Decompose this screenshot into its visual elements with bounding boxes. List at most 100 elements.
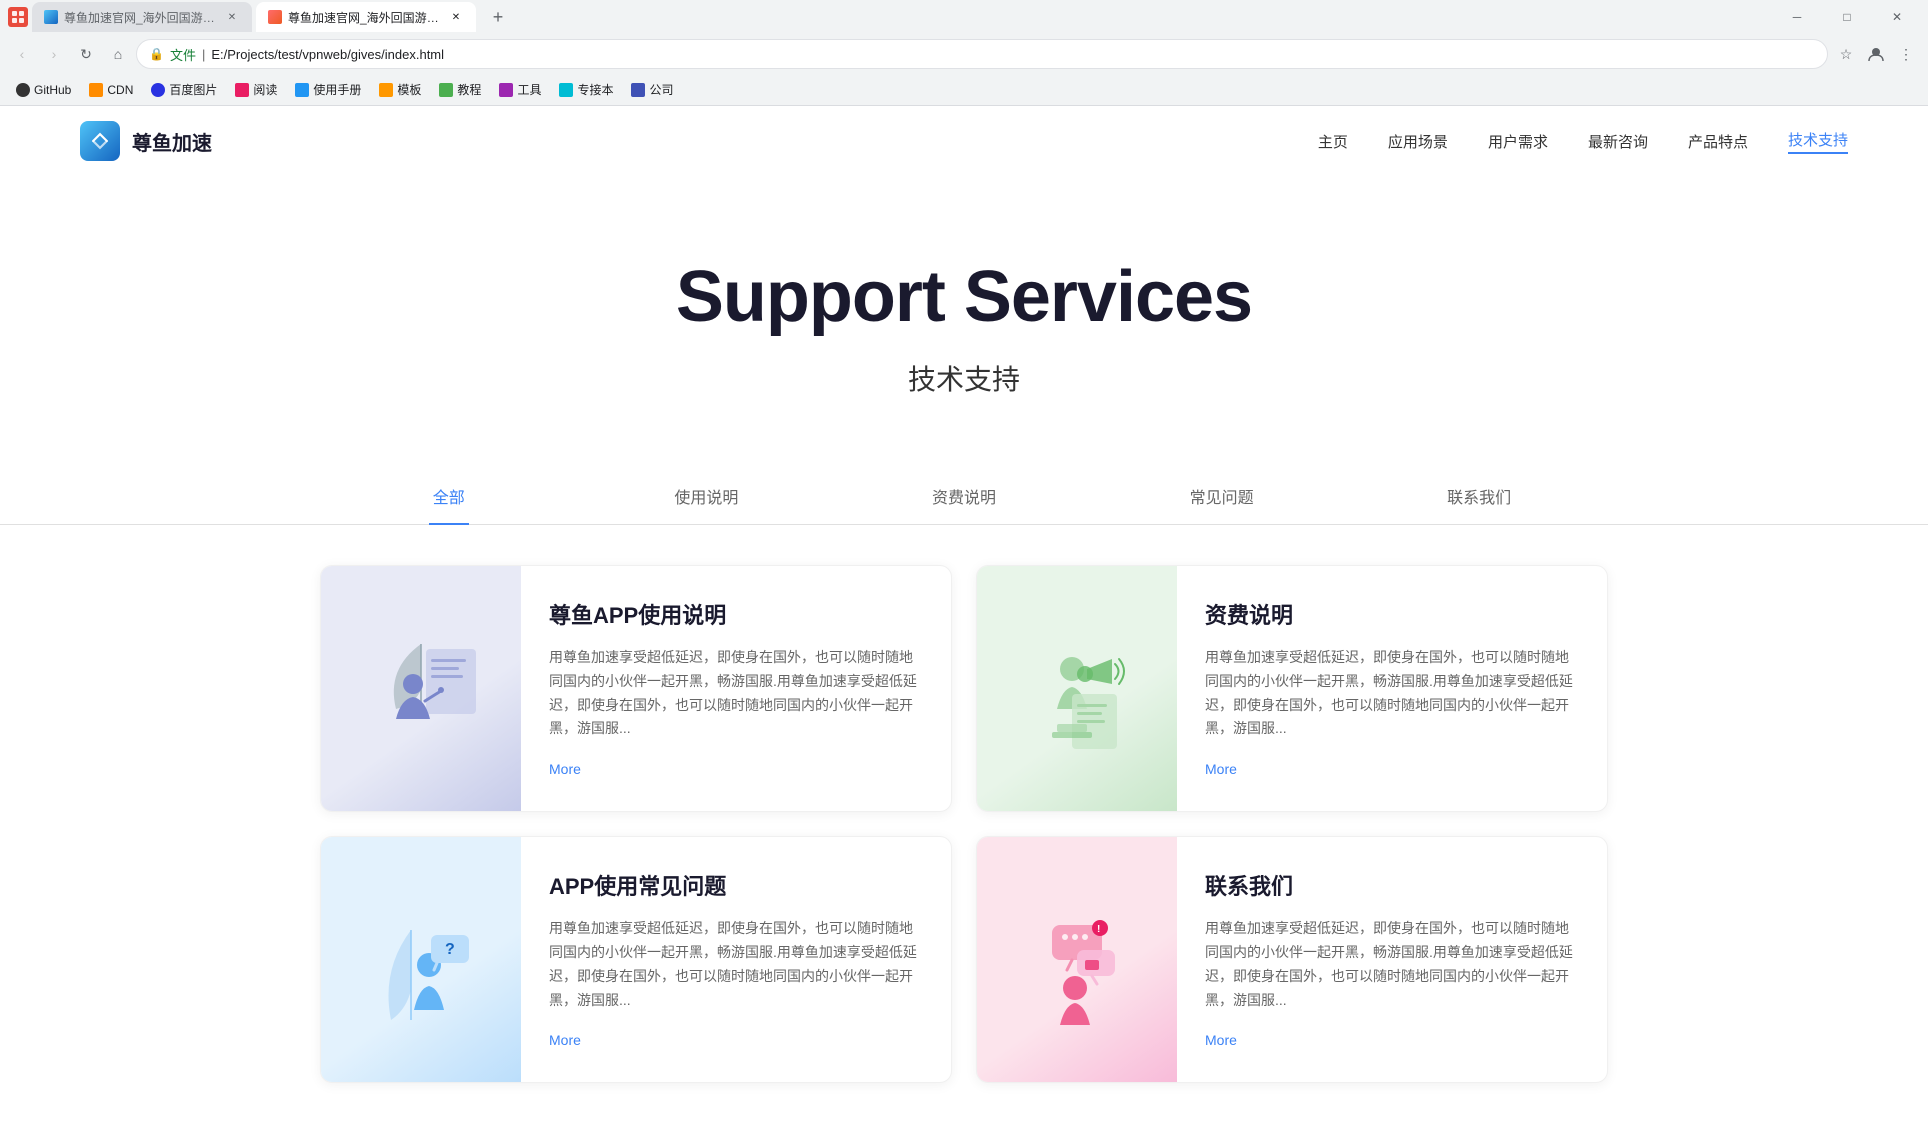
close-button[interactable]: ✕: [1874, 2, 1920, 32]
bookmark-label-company: 公司: [649, 81, 673, 98]
filter-tab-faq[interactable]: 常见问题: [1093, 468, 1351, 524]
filter-tab-contact[interactable]: 联系我们: [1350, 468, 1608, 524]
card-desc-app: 用尊鱼加速享受超低延迟，即使身在国外，也可以随时随地同国内的小伙伴一起开黑，畅游…: [549, 646, 923, 741]
nav-link-support[interactable]: 技术支持: [1788, 129, 1848, 154]
bookmark-github[interactable]: GitHub: [8, 81, 79, 99]
browser-chrome: 尊鱼加速官网_海外回国游戏视频... ✕ 尊鱼加速官网_海外回国游戏视频... …: [0, 0, 1928, 106]
bookmark-company[interactable]: 公司: [623, 79, 681, 100]
tab-favicon: [44, 10, 58, 24]
hero-title: Support Services: [40, 256, 1888, 338]
bookmark-label-cdn: CDN: [107, 83, 133, 97]
filter-tab-all[interactable]: 全部: [320, 468, 578, 524]
logo-icon: [80, 121, 120, 161]
window-controls: ─ □ ✕: [1774, 2, 1920, 32]
cards-section: 尊鱼APP使用说明 用尊鱼加速享受超低延迟，即使身在国外，也可以随时随地同国内的…: [0, 545, 1928, 1123]
bookmark-icon-special: [559, 83, 573, 97]
card-content-fee: 资费说明 用尊鱼加速享受超低延迟，即使身在国外，也可以随时随地同国内的小伙伴一起…: [1177, 566, 1607, 811]
forward-button[interactable]: ›: [40, 40, 68, 68]
account-button[interactable]: [1862, 40, 1890, 68]
bookmark-icon-cdn: [89, 83, 103, 97]
bookmark-label-tutorial: 教程: [457, 81, 481, 98]
card-title-faq: APP使用常见问题: [549, 869, 923, 901]
address-actions: ☆ ⋮: [1832, 40, 1920, 68]
bookmark-read[interactable]: 阅读: [227, 79, 285, 100]
maximize-button[interactable]: □: [1824, 2, 1870, 32]
svg-text:?: ?: [445, 941, 455, 958]
bookmark-label-special: 专接本: [577, 81, 613, 98]
home-button[interactable]: ⌂: [104, 40, 132, 68]
tab-active[interactable]: 尊鱼加速官网_海外回国游戏视频... ✕: [256, 2, 476, 32]
nav-links: 主页 应用场景 用户需求 最新咨询 产品特点 技术支持: [1318, 129, 1848, 154]
svg-text:!: !: [1097, 924, 1100, 935]
bookmark-baidu[interactable]: 百度图片: [143, 79, 225, 100]
tab-favicon-2: [268, 10, 282, 24]
bookmark-template[interactable]: 模板: [371, 79, 429, 100]
tab-title-1: 尊鱼加速官网_海外回国游戏视频...: [64, 9, 218, 26]
bookmark-icon-company: [631, 83, 645, 97]
nav-link-scenarios[interactable]: 应用场景: [1388, 131, 1448, 152]
hero-section: Support Services 技术支持: [0, 176, 1928, 438]
nav-link-home[interactable]: 主页: [1318, 131, 1348, 152]
card-illustration-faq: ?: [321, 837, 521, 1082]
card-content-app: 尊鱼APP使用说明 用尊鱼加速享受超低延迟，即使身在国外，也可以随时随地同国内的…: [521, 566, 951, 811]
nav-link-needs[interactable]: 用户需求: [1488, 131, 1548, 152]
card-more-fee[interactable]: More: [1205, 761, 1237, 777]
card-more-contact[interactable]: More: [1205, 1032, 1237, 1048]
app-icon: [8, 7, 28, 27]
back-button[interactable]: ‹: [8, 40, 36, 68]
page-content: 尊鱼加速 主页 应用场景 用户需求 最新咨询 产品特点 技术支持 Support…: [0, 106, 1928, 1123]
bookmark-manual[interactable]: 使用手册: [287, 79, 369, 100]
protocol-label: 文件: [170, 45, 196, 64]
logo-area[interactable]: 尊鱼加速: [80, 121, 212, 161]
star-button[interactable]: ☆: [1832, 40, 1860, 68]
bookmark-label-manual: 使用手册: [313, 81, 361, 98]
bookmark-special[interactable]: 专接本: [551, 79, 621, 100]
menu-button[interactable]: ⋮: [1892, 40, 1920, 68]
bookmark-icon-manual: [295, 83, 309, 97]
bookmark-label-read: 阅读: [253, 81, 277, 98]
bookmark-icon-github: [16, 83, 30, 97]
address-bar: ‹ › ↻ ⌂ 🔒 文件 | E:/Projects/test/vpnweb/g…: [0, 34, 1928, 74]
tab-close-1[interactable]: ✕: [224, 9, 240, 25]
minimize-button[interactable]: ─: [1774, 2, 1820, 32]
bookmark-icon-template: [379, 83, 393, 97]
card-content-contact: 联系我们 用尊鱼加速享受超低延迟，即使身在国外，也可以随时随地同国内的小伙伴一起…: [1177, 837, 1607, 1082]
bookmark-icon-read: [235, 83, 249, 97]
card-faq: ? APP使用常见问题 用尊鱼加速享受超低延迟，即使身在国外，也可以随时随地同国…: [320, 836, 952, 1083]
bookmarks-bar: GitHub CDN 百度图片 阅读 使用手册 模板 教程 工具: [0, 74, 1928, 106]
title-bar: 尊鱼加速官网_海外回国游戏视频... ✕ 尊鱼加速官网_海外回国游戏视频... …: [0, 0, 1928, 34]
card-desc-contact: 用尊鱼加速享受超低延迟，即使身在国外，也可以随时随地同国内的小伙伴一起开黑，畅游…: [1205, 917, 1579, 1012]
hero-subtitle: 技术支持: [40, 358, 1888, 398]
filter-tab-usage[interactable]: 使用说明: [578, 468, 836, 524]
address-input[interactable]: 🔒 文件 | E:/Projects/test/vpnweb/gives/ind…: [136, 39, 1828, 69]
tab-title-2: 尊鱼加速官网_海外回国游戏视频...: [288, 9, 442, 26]
bookmark-label-template: 模板: [397, 81, 421, 98]
address-separator: |: [202, 47, 205, 62]
card-fee: 资费说明 用尊鱼加速享受超低延迟，即使身在国外，也可以随时随地同国内的小伙伴一起…: [976, 565, 1608, 812]
bookmark-cdn[interactable]: CDN: [81, 81, 141, 99]
tab-close-2[interactable]: ✕: [448, 9, 464, 25]
site-navigation: 尊鱼加速 主页 应用场景 用户需求 最新咨询 产品特点 技术支持: [0, 106, 1928, 176]
card-title-contact: 联系我们: [1205, 869, 1579, 901]
card-illustration-app: [321, 566, 521, 811]
nav-link-news[interactable]: 最新咨询: [1588, 131, 1648, 152]
address-text: E:/Projects/test/vpnweb/gives/index.html: [211, 47, 444, 62]
card-desc-fee: 用尊鱼加速享受超低延迟，即使身在国外，也可以随时随地同国内的小伙伴一起开黑，畅游…: [1205, 646, 1579, 741]
reload-button[interactable]: ↻: [72, 40, 100, 68]
bookmark-tutorial[interactable]: 教程: [431, 79, 489, 100]
add-tab-button[interactable]: +: [484, 3, 512, 31]
bookmark-icon-tool: [499, 83, 513, 97]
bookmark-icon-baidu: [151, 83, 165, 97]
filter-tabs: 全部 使用说明 资费说明 常见问题 联系我们: [0, 468, 1928, 525]
card-illustration-fee: [977, 566, 1177, 811]
bookmark-label-baidu: 百度图片: [169, 81, 217, 98]
bookmark-icon-tutorial: [439, 83, 453, 97]
card-more-faq[interactable]: More: [549, 1032, 581, 1048]
bookmark-tool[interactable]: 工具: [491, 79, 549, 100]
nav-link-features[interactable]: 产品特点: [1688, 131, 1748, 152]
card-title-fee: 资费说明: [1205, 598, 1579, 630]
filter-tab-fee[interactable]: 资费说明: [835, 468, 1093, 524]
card-more-app[interactable]: More: [549, 761, 581, 777]
card-app-usage: 尊鱼APP使用说明 用尊鱼加速享受超低延迟，即使身在国外，也可以随时随地同国内的…: [320, 565, 952, 812]
tab-inactive[interactable]: 尊鱼加速官网_海外回国游戏视频... ✕: [32, 2, 252, 32]
